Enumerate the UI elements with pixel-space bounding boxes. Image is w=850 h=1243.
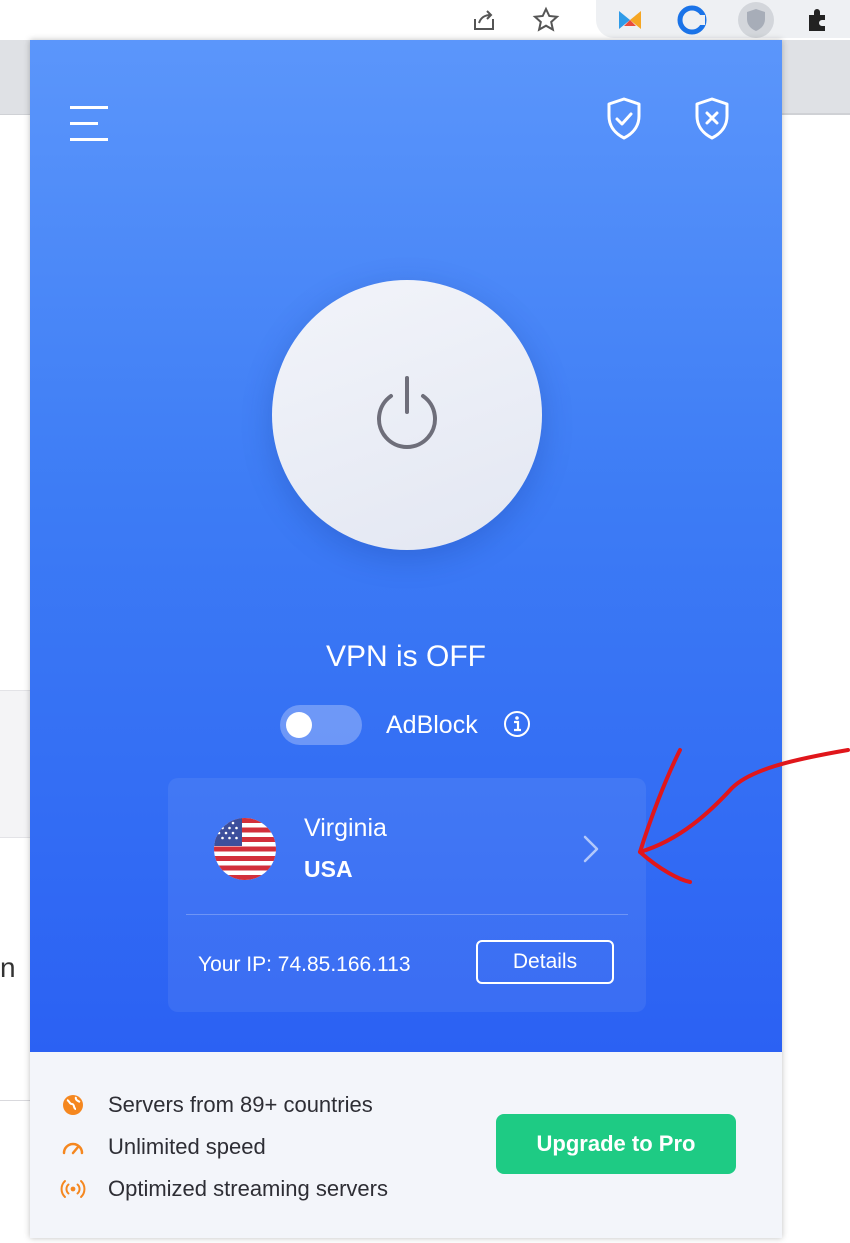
feature-text: Unlimited speed: [108, 1134, 266, 1159]
location-city: Virginia: [304, 814, 387, 842]
extension-colorful-icon[interactable]: [612, 2, 648, 38]
feature-item: Servers from 89+ countries: [60, 1090, 373, 1120]
page-divider: [782, 113, 850, 114]
menu-button[interactable]: [68, 102, 112, 146]
upgrade-footer: Servers from 89+ countries Unlimited spe…: [30, 1052, 782, 1238]
adblock-toggle[interactable]: [280, 705, 362, 745]
feature-item: Optimized streaming servers: [60, 1174, 388, 1204]
vpn-power-button[interactable]: [272, 280, 542, 550]
location-country: USA: [304, 856, 353, 882]
power-icon: [377, 376, 437, 449]
location-card: Virginia USA Your IP: 74.85.166.113 Deta…: [168, 778, 646, 1012]
protection-x-button[interactable]: [692, 96, 732, 142]
annotation-arrow-icon: [638, 748, 850, 884]
share-icon[interactable]: [466, 2, 502, 38]
vpn-extension-icon[interactable]: [738, 2, 774, 38]
vpn-popup: VPN is OFF AdBlock Virginia USA Your IP:…: [30, 40, 782, 1238]
info-icon[interactable]: [502, 709, 532, 739]
adblock-label: AdBlock: [386, 711, 478, 739]
hamburger-menu-icon: [70, 106, 108, 141]
toggle-knob: [286, 712, 312, 738]
protection-check-button[interactable]: [604, 96, 644, 142]
extension-c-icon[interactable]: [674, 2, 710, 38]
us-flag-icon: [214, 818, 276, 880]
broadcast-icon: [60, 1176, 86, 1202]
feature-text: Optimized streaming servers: [108, 1176, 388, 1201]
ip-address-text: Your IP: 74.85.166.113: [198, 953, 411, 976]
feature-item: Unlimited speed: [60, 1132, 266, 1162]
extensions-puzzle-icon[interactable]: [800, 2, 836, 38]
feature-text: Servers from 89+ countries: [108, 1092, 373, 1117]
location-selector[interactable]: Virginia USA: [168, 778, 646, 914]
bookmark-star-icon[interactable]: [528, 2, 564, 38]
shield-x-icon: [695, 97, 729, 140]
background-page-divider: [0, 1100, 32, 1101]
vpn-status-text: VPN is OFF: [325, 640, 486, 673]
chevron-right-icon[interactable]: [580, 832, 602, 866]
vpn-hero-panel: VPN is OFF AdBlock Virginia USA Your IP:…: [30, 40, 782, 1052]
details-button[interactable]: Details: [476, 940, 614, 984]
globe-icon: [60, 1092, 86, 1118]
speedometer-icon: [60, 1134, 86, 1160]
upgrade-to-pro-button[interactable]: Upgrade to Pro: [496, 1114, 736, 1174]
card-divider: [186, 914, 628, 915]
shield-check-icon: [607, 97, 641, 140]
background-page-text: n: [0, 952, 16, 983]
background-page-panel: [0, 690, 32, 838]
